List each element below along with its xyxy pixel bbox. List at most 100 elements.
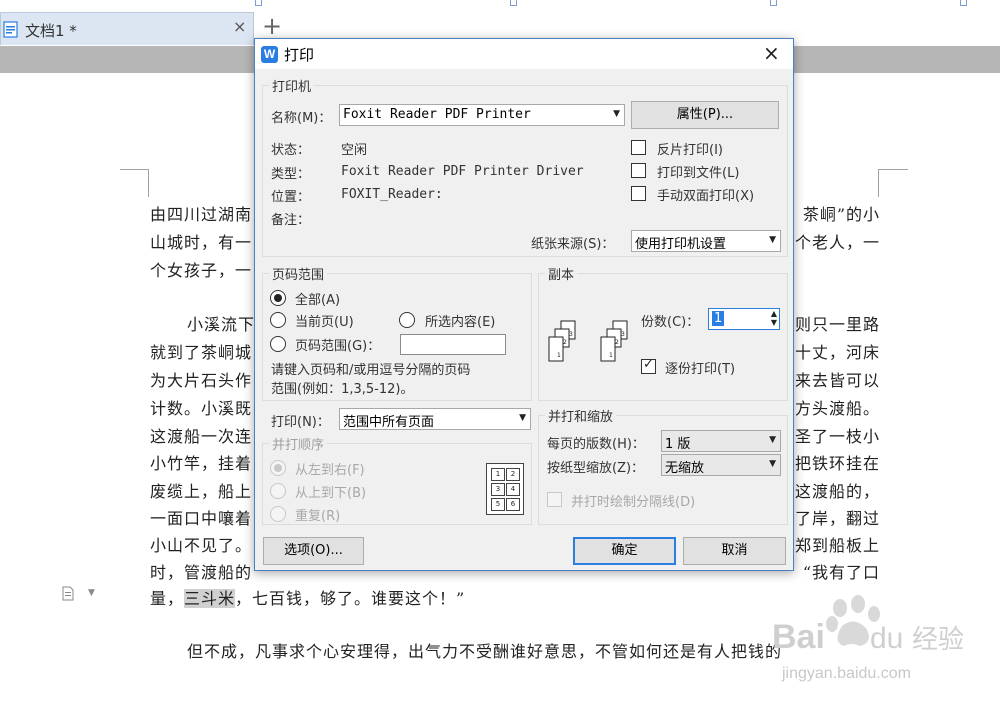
ruler-mark (510, 0, 517, 6)
paper-source-dropdown[interactable]: 使用打印机设置 ▼ (631, 230, 781, 252)
document-line-left: 就到了茶峒城 (150, 343, 253, 362)
type-value: Foxit Reader PDF Printer Driver (341, 164, 584, 179)
window-top-strip (0, 0, 1000, 10)
order-left-to-right-radio[interactable] (270, 460, 286, 476)
properties-button[interactable]: 属性(P)... (631, 101, 779, 129)
range-pages-radio[interactable] (270, 336, 286, 352)
order-left-to-right-label: 从左到右(F) (295, 463, 365, 478)
draw-separator-checkbox[interactable] (547, 492, 562, 507)
page-range-input[interactable] (400, 334, 506, 355)
ok-button[interactable]: 确定 (573, 537, 676, 565)
document-line-right: 圣了一枝小 (794, 427, 880, 446)
margin-mark (148, 169, 149, 197)
order-grid-cell: 3 (491, 483, 505, 496)
dialog-titlebar[interactable]: W 打印 × (255, 39, 793, 69)
document-line-right: 方头渡船。 (794, 399, 880, 418)
print-what-dropdown[interactable]: 范围中所有页面 ▼ (339, 408, 531, 430)
document-line-left: 山城时，有一 (150, 233, 253, 252)
pages-per-sheet-dropdown[interactable]: 1 版 ▼ (661, 430, 781, 452)
wps-document-icon (3, 21, 18, 38)
comment-label: 备注： (271, 213, 311, 228)
print-order-group-label: 并打顺序 (269, 434, 328, 453)
document-line-right: 郑到船板上 (794, 536, 880, 555)
page-range-hint-line-1: 请键入页码和/或用逗号分隔的页码 (271, 363, 471, 378)
document-line-left: 小山不见了。 (150, 536, 253, 555)
chevron-down-icon: ▼ (769, 235, 776, 245)
collate-label: 逐份打印(T) (665, 362, 736, 377)
order-grid-cell: 5 (491, 498, 505, 511)
print-what-value: 范围中所有页面 (343, 415, 435, 430)
order-grid-cell: 1 (491, 468, 505, 481)
chevron-down-icon: ▼ (769, 459, 776, 469)
collate-checkbox[interactable]: ✓ (641, 357, 656, 374)
draw-separator-label: 并打时绘制分隔线(D) (571, 495, 696, 510)
document-line-right: 了岸，翻过 (794, 509, 880, 528)
page-range-hint-line-2: 范围(例如：1,3,5-12)。 (271, 382, 414, 397)
svg-text:3: 3 (569, 331, 573, 338)
order-repeat-label: 重复(R) (295, 509, 341, 524)
new-tab-icon[interactable]: + (262, 14, 282, 38)
manual-duplex-checkbox[interactable] (631, 186, 646, 201)
svg-text:1: 1 (609, 352, 613, 359)
range-selection-radio[interactable] (399, 312, 415, 328)
scale-value: 无缩放 (665, 461, 705, 476)
range-current-radio[interactable] (270, 312, 286, 328)
printer-name-value: Foxit Reader PDF Printer (343, 107, 531, 122)
ruler-mark (255, 0, 262, 6)
copies-count-input[interactable]: 1 ▲ ▼ (708, 308, 780, 330)
print-dialog: W 打印 × 打印机 名称(M)： Foxit Reader PDF Print… (254, 38, 794, 571)
copies-count-label: 份数(C)： (641, 315, 700, 330)
document-line-right: 这渡船的， (794, 482, 880, 501)
reverse-print-label: 反片打印(I) (657, 143, 723, 158)
scale-label: 按纸型缩放(Z)： (547, 461, 645, 476)
chevron-down-icon[interactable]: ▼ (88, 588, 95, 598)
order-top-to-bottom-radio[interactable] (270, 483, 286, 499)
chevron-down-icon: ▼ (613, 109, 620, 119)
baidu-jingyan-watermark: Bai du 经验 jingyan.baidu.com (772, 595, 964, 682)
printer-name-dropdown[interactable]: Foxit Reader PDF Printer ▼ (339, 104, 625, 126)
order-repeat-radio[interactable] (270, 506, 286, 522)
document-line: 量，三斗米，七百钱，够了。谁要这个！” (150, 589, 466, 608)
pages-per-sheet-label: 每页的版数(H)： (547, 437, 645, 452)
range-all-radio[interactable] (270, 290, 286, 306)
document-line-left: 时，管渡船的 (150, 563, 253, 582)
document-line-right: 把铁环挂在 (794, 454, 880, 473)
ruler-mark (770, 0, 777, 6)
svg-text:1: 1 (557, 352, 561, 359)
margin-mark (878, 169, 879, 197)
print-to-file-checkbox[interactable] (631, 163, 646, 178)
paper-source-label: 纸张来源(S)： (531, 237, 615, 252)
svg-text:2: 2 (563, 339, 567, 346)
document-line-left: 为大片石头作 (150, 371, 253, 390)
document-line-right: “我有了口 (802, 563, 880, 582)
printer-name-label: 名称(M)： (271, 111, 332, 126)
dialog-close-icon[interactable]: × (763, 41, 780, 65)
status-value: 空闲 (341, 143, 368, 158)
document-line-right: 来去皆可以 (794, 371, 880, 390)
tab-close-icon[interactable]: × (233, 17, 246, 36)
order-grid-cell: 4 (506, 483, 520, 496)
pages-per-sheet-value: 1 版 (665, 437, 691, 452)
document-line-left: 一面口中嚷着 (150, 509, 253, 528)
copies-spinner-icon[interactable]: ▲ ▼ (771, 309, 777, 327)
cancel-button[interactable]: 取消 (683, 537, 786, 565)
options-button[interactable]: 选项(O)... (263, 537, 364, 565)
reverse-print-checkbox[interactable] (631, 140, 646, 155)
manual-duplex-label: 手动双面打印(X) (657, 189, 755, 204)
range-pages-label: 页码范围(G)： (295, 339, 381, 354)
scale-dropdown[interactable]: 无缩放 ▼ (661, 454, 781, 476)
margin-mark (120, 169, 148, 170)
document-line-left: 由四川过湖南 (150, 205, 253, 224)
page-range-group-label: 页码范围 (269, 264, 328, 283)
paragraph-icon[interactable] (62, 586, 74, 601)
svg-text:2: 2 (615, 339, 619, 346)
svg-text:3: 3 (621, 331, 625, 338)
print-to-file-label: 打印到文件(L) (657, 166, 740, 181)
document-tab[interactable]: 文档1 * × (0, 12, 254, 45)
svg-text:经验: 经验 (912, 625, 964, 655)
location-value: FOXIT_Reader: (341, 187, 443, 202)
document-line-left: 废缆上，船上 (150, 482, 253, 501)
document-line-right: 十丈，河床 (794, 343, 880, 362)
document-line-left: 这渡船一次连 (150, 427, 253, 446)
zoom-group-label: 并打和缩放 (545, 406, 617, 425)
